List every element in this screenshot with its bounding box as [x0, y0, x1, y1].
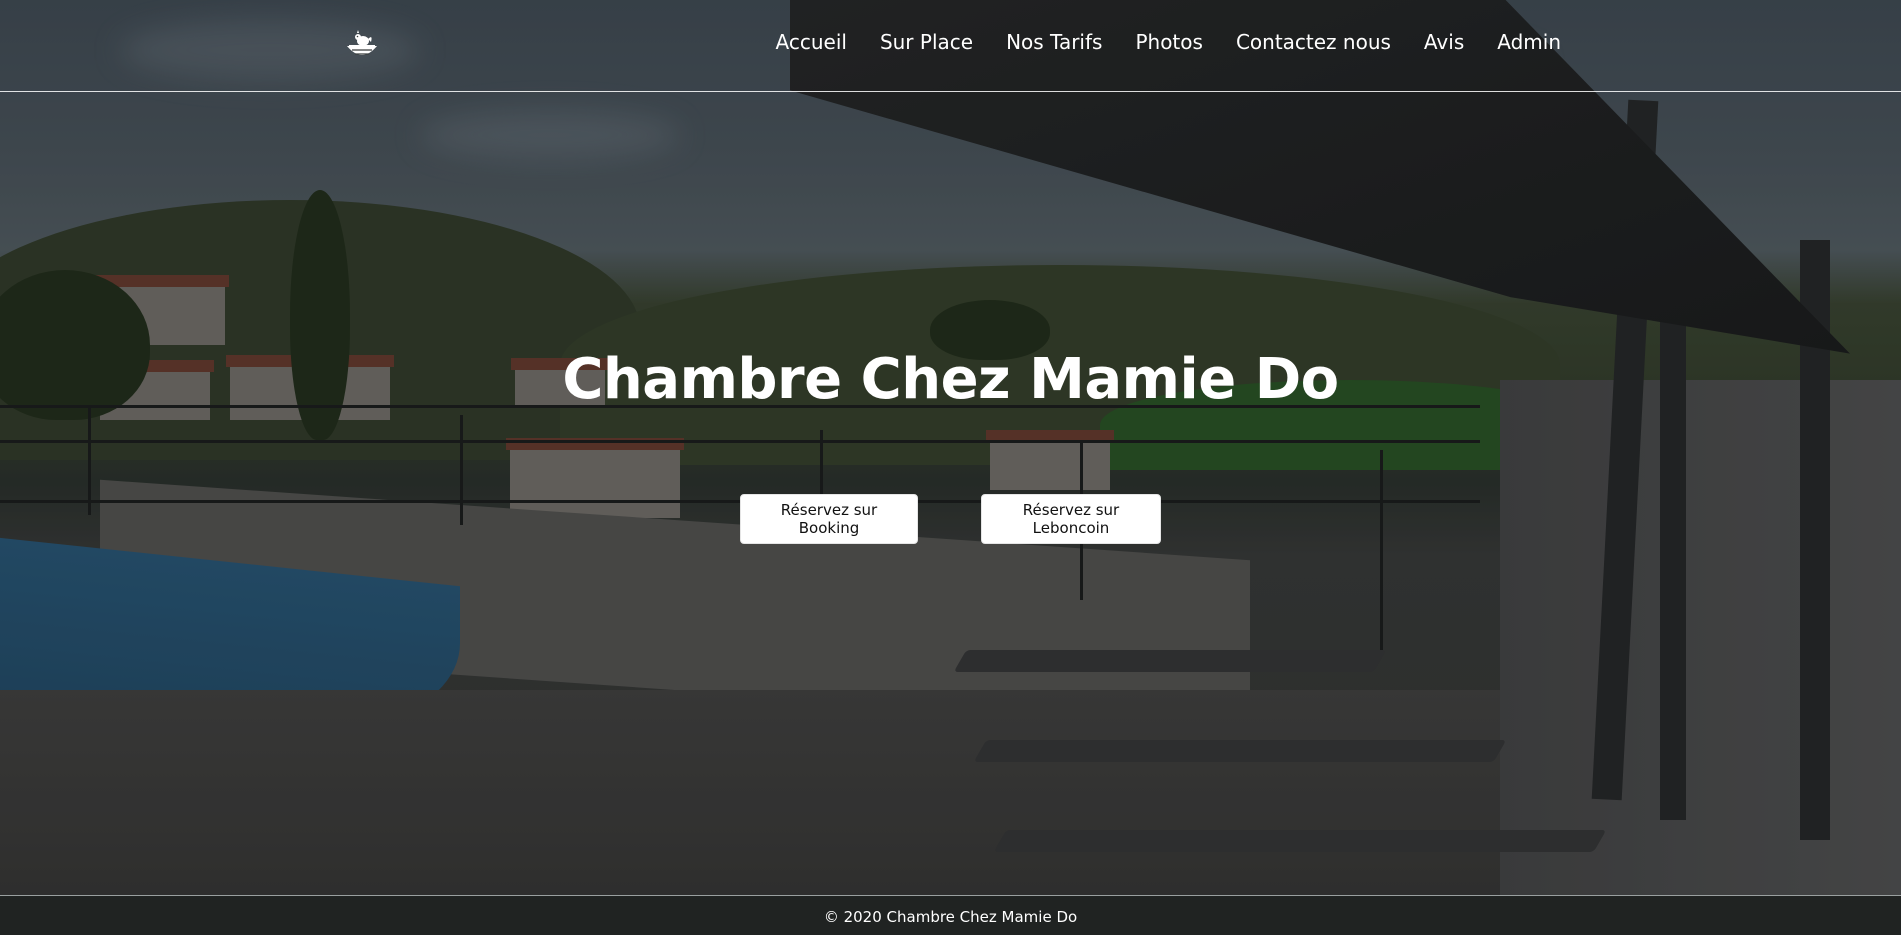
nav-link-avis[interactable]: Avis — [1424, 30, 1464, 54]
dark-overlay — [0, 0, 1901, 895]
nav-link-nos-tarifs[interactable]: Nos Tarifs — [1006, 30, 1102, 54]
nav-link-contactez-nous[interactable]: Contactez nous — [1236, 30, 1391, 54]
page-title: Chambre Chez Mamie Do — [562, 347, 1339, 412]
hero-background-image — [0, 0, 1901, 895]
booking-buttons: Réservez sur Booking Réservez sur Lebonc… — [0, 494, 1901, 544]
nav-link-photos[interactable]: Photos — [1135, 30, 1202, 54]
nav-link-admin[interactable]: Admin — [1497, 30, 1561, 54]
nav-links: Accueil Sur Place Nos Tarifs Photos Cont… — [776, 30, 1561, 54]
top-navbar: Accueil Sur Place Nos Tarifs Photos Cont… — [0, 0, 1901, 92]
reserve-leboncoin-button[interactable]: Réservez sur Leboncoin — [981, 494, 1161, 544]
footer-copyright: © 2020 Chambre Chez Mamie Do — [823, 908, 1078, 926]
reserve-booking-button[interactable]: Réservez sur Booking — [740, 494, 918, 544]
rooster-basket-logo-icon[interactable] — [344, 30, 380, 62]
footer: © 2020 Chambre Chez Mamie Do — [0, 895, 1901, 935]
nav-link-accueil[interactable]: Accueil — [776, 30, 847, 54]
nav-link-sur-place[interactable]: Sur Place — [880, 30, 973, 54]
